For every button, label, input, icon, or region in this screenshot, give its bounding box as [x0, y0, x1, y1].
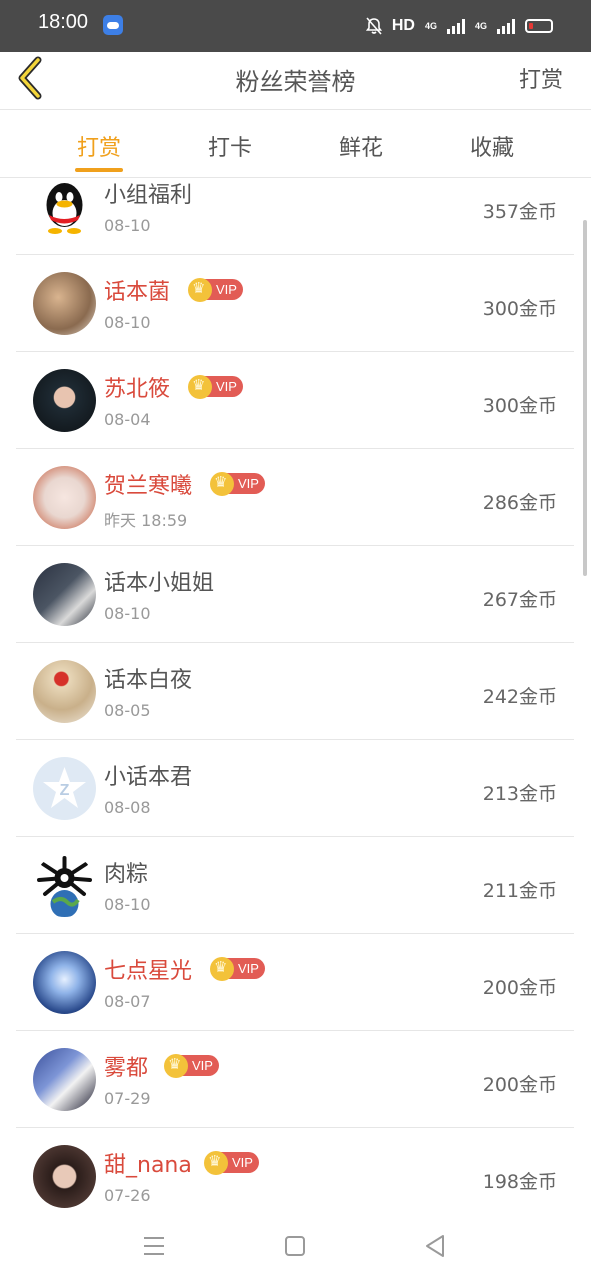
reward-date: 08-10 [104, 216, 151, 235]
crown-icon [164, 1054, 188, 1078]
battery-low-icon [525, 19, 553, 33]
reward-date: 08-05 [104, 701, 151, 720]
tab-checkin[interactable]: 打卡 [190, 130, 270, 162]
status-icons: HD 4G 4G [365, 13, 553, 39]
fan-name: 甜_nana [104, 1153, 192, 1178]
fan-name: 小组福利 [104, 183, 193, 208]
fan-name: 肉粽 [104, 862, 149, 887]
reward-date: 08-04 [104, 410, 151, 429]
coin-amount: 200金币 [482, 1074, 557, 1096]
vip-badge: VIP [188, 278, 243, 302]
avatar [33, 951, 96, 1014]
avatar: Z [33, 757, 96, 820]
coin-amount: 300金币 [482, 395, 557, 417]
reward-date: 08-10 [104, 604, 151, 623]
fan-name: 苏北筱 [104, 377, 171, 402]
list-item[interactable]: 话本菌 VIP 08-10 300金币 [16, 255, 574, 352]
crown-icon [204, 1151, 228, 1175]
list-item[interactable]: 肉粽 08-10 211金币 [16, 837, 574, 934]
crown-icon [188, 278, 212, 302]
active-tab-indicator [75, 168, 123, 172]
coin-amount: 357金币 [482, 201, 557, 223]
hd-label: HD [391, 17, 415, 34]
network-label-2: 4G [474, 21, 487, 31]
network-label-1: 4G [424, 21, 437, 31]
vip-badge: VIP [188, 375, 243, 399]
list-item[interactable]: 贺兰寒曦 VIP 昨天 18:59 286金币 [16, 449, 574, 546]
coin-amount: 200金币 [482, 977, 557, 999]
list-item[interactable]: 小组福利 08-10 357金币 [16, 178, 574, 255]
status-time: 18:00 [38, 11, 89, 33]
list-item[interactable]: 话本白夜 08-05 242金币 [16, 643, 574, 740]
coin-amount: 300金币 [482, 298, 557, 320]
page-title: 粉丝荣誉榜 [235, 68, 356, 96]
reward-date: 昨天 18:59 [104, 511, 188, 530]
crown-icon [210, 472, 234, 496]
list-item[interactable]: 雾都 VIP 07-29 200金币 [16, 1031, 574, 1128]
svg-text:Z: Z [60, 782, 70, 799]
vip-badge: VIP [210, 957, 265, 981]
list-item[interactable]: 苏北筱 VIP 08-04 300金币 [16, 352, 574, 449]
fan-name: 七点星光 [104, 959, 193, 984]
coin-amount: 267金币 [482, 589, 557, 611]
tab-favorites[interactable]: 收藏 [452, 130, 532, 162]
crown-icon [188, 375, 212, 399]
list-item[interactable]: 甜_nana VIP 07-26 198金币 [16, 1128, 574, 1208]
reward-date: 07-26 [104, 1186, 151, 1205]
avatar [33, 563, 96, 626]
avatar [33, 1048, 96, 1111]
reward-date: 08-10 [104, 895, 151, 914]
avatar [33, 178, 96, 238]
tab-flowers[interactable]: 鲜花 [321, 130, 401, 162]
avatar [33, 1145, 96, 1208]
avatar [33, 466, 96, 529]
coin-amount: 211金币 [482, 880, 557, 902]
avatar [33, 854, 96, 917]
fan-name: 雾都 [104, 1056, 149, 1081]
crown-icon [210, 957, 234, 981]
system-nav-bar [0, 1210, 591, 1280]
avatar [33, 660, 96, 723]
coin-amount: 242金币 [482, 686, 557, 708]
menu-icon[interactable] [136, 1228, 172, 1264]
home-square-icon[interactable] [277, 1228, 313, 1264]
fan-name: 小话本君 [104, 765, 193, 790]
vip-badge: VIP [210, 472, 265, 496]
reward-date: 08-07 [104, 992, 151, 1011]
signal-icon [446, 18, 465, 34]
status-bar: 18:00 HD 4G 4G [0, 0, 591, 52]
reward-button[interactable]: 打赏 [519, 62, 563, 94]
fan-name: 话本菌 [104, 280, 171, 305]
list-item[interactable]: Z 小话本君 08-08 213金币 [16, 740, 574, 837]
fan-ranking-list: 小组福利 08-10 357金币 话本菌 VIP 08-10 300金币 苏北筱… [0, 178, 591, 1208]
scrollbar[interactable] [583, 220, 587, 576]
list-item[interactable]: 话本小姐姐 08-10 267金币 [16, 546, 574, 643]
back-triangle-icon[interactable] [417, 1228, 453, 1264]
vip-badge: VIP [204, 1151, 259, 1175]
reward-date: 08-10 [104, 313, 151, 332]
reward-date: 08-08 [104, 798, 151, 817]
tab-reward[interactable]: 打赏 [59, 130, 139, 162]
fan-name: 贺兰寒曦 [104, 474, 193, 499]
top-app-bar: 粉丝荣誉榜 打赏 [0, 52, 591, 110]
cloud-app-icon [103, 15, 123, 35]
avatar [33, 272, 96, 335]
fan-name: 话本白夜 [104, 668, 193, 693]
tab-bar: 打赏 打卡 鲜花 收藏 [0, 110, 591, 178]
avatar [33, 369, 96, 432]
vip-badge: VIP [164, 1054, 219, 1078]
signal-icon [497, 18, 515, 34]
bell-off-icon [365, 17, 382, 35]
list-item[interactable]: 七点星光 VIP 08-07 200金币 [16, 934, 574, 1031]
coin-amount: 213金币 [482, 783, 557, 805]
reward-date: 07-29 [104, 1089, 151, 1108]
fan-name: 话本小姐姐 [104, 571, 215, 596]
coin-amount: 286金币 [482, 492, 557, 514]
coin-amount: 198金币 [482, 1171, 557, 1193]
